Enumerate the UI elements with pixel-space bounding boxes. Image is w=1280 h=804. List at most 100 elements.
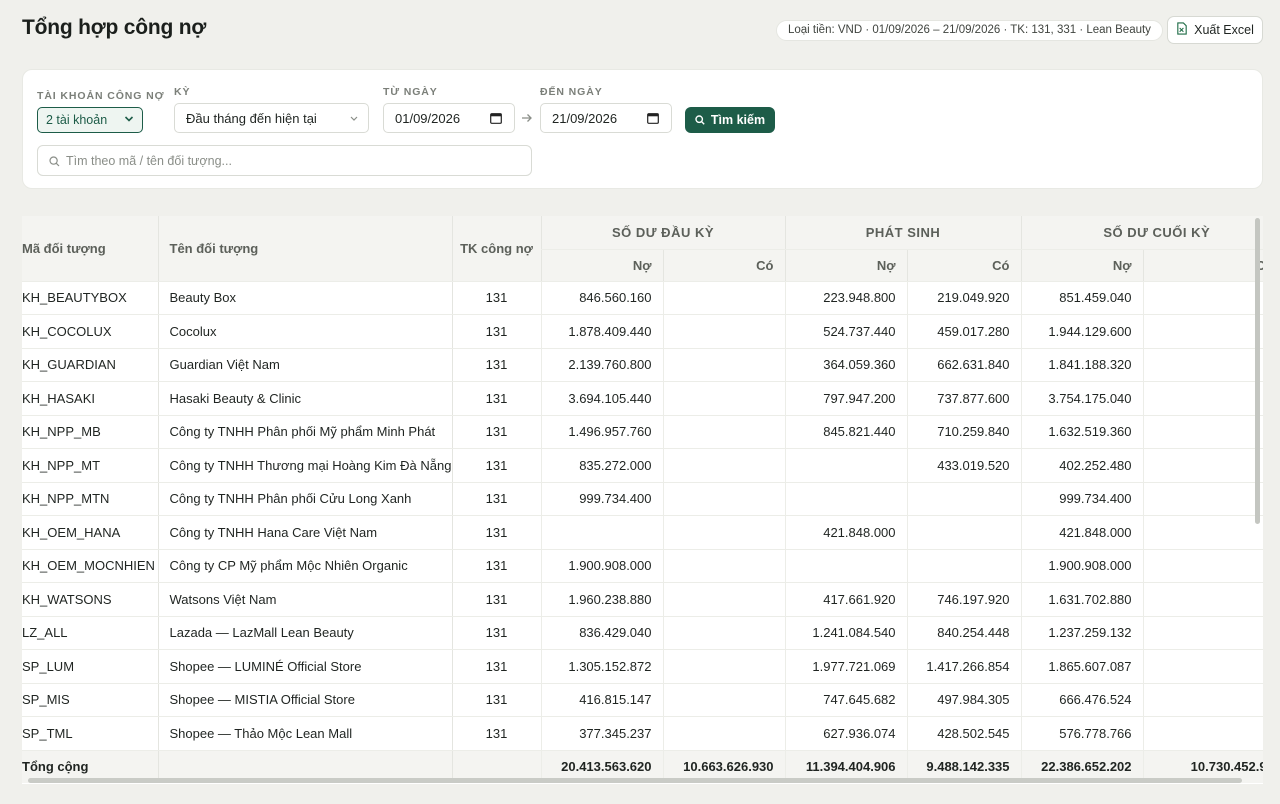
cell-code: KH_COCOLUX: [22, 314, 158, 349]
cell-name: Watsons Việt Nam: [157, 582, 452, 617]
cell-name: Beauty Box: [157, 281, 452, 315]
horizontal-scrollbar[interactable]: [28, 778, 1242, 783]
table-row[interactable]: KH_GUARDIAN Guardian Việt Nam 131 2.139.760…: [22, 348, 1263, 382]
cell-movement-debit: 797.947.200: [784, 381, 908, 416]
cell-movement-debit: 524.737.440: [784, 314, 908, 349]
column-header-code[interactable]: Mã đối tượng: [22, 216, 158, 282]
cell-movement-credit: [906, 482, 1022, 516]
cell-opening-credit: [662, 649, 786, 684]
cell-code: KH_NPP_MTN: [22, 482, 158, 516]
report-meta-badge: Loại tiền: VND · 01/09/2026 – 21/09/2026…: [776, 20, 1163, 41]
column-header-opening-debit[interactable]: Nợ: [540, 249, 663, 282]
column-header-name[interactable]: Tên đối tượng: [157, 216, 452, 282]
cell-closing-credit: [1142, 448, 1263, 483]
cell-code: KH_GUARDIAN: [22, 348, 158, 382]
cell-account: 131: [451, 683, 541, 717]
column-header-movement-credit[interactable]: Có: [906, 249, 1022, 282]
cell-closing-debit: 3.754.175.040: [1020, 381, 1144, 416]
cell-account: 131: [451, 381, 541, 416]
to-date-label: ĐẾN NGÀY: [540, 86, 603, 98]
cell-closing-credit: [1142, 683, 1263, 717]
cell-opening-debit: 846.560.160: [540, 281, 663, 315]
cell-closing-debit: 576.778.766: [1020, 716, 1144, 751]
cell-account: 131: [451, 616, 541, 650]
table-row[interactable]: KH_NPP_MTN Công ty TNHH Phân phối Cửu Lon…: [22, 482, 1263, 516]
table-row[interactable]: LZ_ALL Lazada — LazMall Lean Beauty 131 836…: [22, 616, 1263, 650]
search-icon: [695, 115, 705, 125]
cell-name: Công ty TNHH Phân phối Mỹ phẩm Minh Phát: [157, 415, 452, 449]
cell-opening-debit: 835.272.000: [540, 448, 663, 483]
cell-movement-credit: [906, 515, 1022, 550]
period-select[interactable]: Đầu tháng đến hiện tại: [174, 103, 369, 133]
cell-opening-debit: 1.960.238.880: [540, 582, 663, 617]
vertical-scrollbar[interactable]: [1255, 218, 1260, 524]
table-row[interactable]: SP_MIS Shopee — MISTIA Official Store 131 4…: [22, 683, 1263, 717]
cell-opening-credit: [662, 415, 786, 449]
cell-account: 131: [451, 549, 541, 583]
table-row[interactable]: KH_NPP_MT Công ty TNHH Thương mại Hoàng K…: [22, 448, 1263, 483]
cell-opening-debit: 2.139.760.800: [540, 348, 663, 382]
calendar-icon[interactable]: [647, 112, 659, 124]
cell-code: KH_HASAKI: [22, 381, 158, 416]
cell-closing-debit: 666.476.524: [1020, 683, 1144, 717]
cell-account: 131: [451, 314, 541, 349]
column-group-closing-balance: SỐ DƯ CUỐI KỲ: [1020, 216, 1263, 250]
cell-name: Shopee — Thảo Mộc Lean Mall: [157, 716, 452, 751]
cell-opening-credit: [662, 348, 786, 382]
cell-name: Shopee — MISTIA Official Store: [157, 683, 452, 717]
chevron-down-icon: [350, 116, 358, 121]
from-date-label: TỪ NGÀY: [383, 86, 438, 98]
cell-closing-credit: [1142, 716, 1263, 751]
table-row[interactable]: KH_HASAKI Hasaki Beauty & Clinic 131 3.694.…: [22, 381, 1263, 416]
search-input-placeholder: Tìm theo mã / tên đối tượng...: [66, 153, 232, 168]
column-header-closing-debit[interactable]: Nợ: [1020, 249, 1144, 282]
period-select-value: Đầu tháng đến hiện tại: [186, 110, 317, 126]
cell-movement-debit: 417.661.920: [784, 582, 908, 617]
cell-opening-debit: 836.429.040: [540, 616, 663, 650]
column-group-movement: PHÁT SINH: [784, 216, 1022, 250]
table-row[interactable]: KH_OEM_MOCNHIEN Công ty CP Mỹ phẩm Mộc Nh…: [22, 549, 1263, 583]
column-header-account[interactable]: TK công nợ: [451, 216, 541, 282]
page-title: Tổng hợp công nợ: [22, 16, 207, 39]
account-select[interactable]: 2 tài khoản: [37, 107, 143, 133]
cell-opening-debit: 377.345.237: [540, 716, 663, 751]
excel-file-icon: [1176, 22, 1188, 38]
cell-movement-credit: 459.017.280: [906, 314, 1022, 349]
export-excel-label: Xuất Excel: [1194, 23, 1254, 37]
cell-name: Cocolux: [157, 314, 452, 349]
table-row[interactable]: KH_OEM_HANA Công ty TNHH Hana Care Việt N…: [22, 515, 1263, 550]
cell-opening-debit: [540, 515, 663, 550]
cell-code: KH_NPP_MB: [22, 415, 158, 449]
to-date-value: 21/09/2026: [552, 110, 618, 126]
cell-movement-credit: 433.019.520: [906, 448, 1022, 483]
cell-code: KH_OEM_MOCNHIEN: [22, 549, 158, 583]
from-date-input[interactable]: 01/09/2026: [383, 103, 515, 133]
table-row[interactable]: KH_BEAUTYBOX Beauty Box 131 846.560.160 223.…: [22, 281, 1263, 315]
export-excel-button[interactable]: Xuất Excel: [1167, 16, 1263, 44]
cell-opening-debit: 1.496.957.760: [540, 415, 663, 449]
search-button[interactable]: Tìm kiếm: [685, 107, 775, 133]
cell-movement-debit: 747.645.682: [784, 683, 908, 717]
cell-movement-credit: 219.049.920: [906, 281, 1022, 315]
filter-panel: TÀI KHOẢN CÔNG NỢ 2 tài khoản KỲ Đầu thá…: [22, 69, 1263, 189]
cell-movement-debit: 364.059.360: [784, 348, 908, 382]
table-row[interactable]: KH_WATSONS Watsons Việt Nam 131 1.960.238.8…: [22, 582, 1263, 617]
cell-closing-debit: 421.848.000: [1020, 515, 1144, 550]
cell-closing-debit: 1.900.908.000: [1020, 549, 1144, 583]
cell-movement-credit: 840.254.448: [906, 616, 1022, 650]
cell-closing-credit: [1142, 515, 1263, 550]
column-header-closing-credit[interactable]: Có: [1142, 249, 1263, 282]
table-row[interactable]: SP_TML Shopee — Thảo Mộc Lean Mall 131 377.…: [22, 716, 1263, 751]
cell-closing-credit: [1142, 415, 1263, 449]
table-row[interactable]: SP_LUM Shopee — LUMINÉ Official Store 131 1…: [22, 649, 1263, 684]
to-date-input[interactable]: 21/09/2026: [540, 103, 672, 133]
calendar-icon[interactable]: [490, 112, 502, 124]
search-input[interactable]: Tìm theo mã / tên đối tượng...: [37, 145, 532, 176]
table-body: KH_BEAUTYBOX Beauty Box 131 846.560.160 223.…: [22, 281, 1263, 751]
column-header-movement-debit[interactable]: Nợ: [784, 249, 908, 282]
table-row[interactable]: KH_COCOLUX Cocolux 131 1.878.409.440 524.737…: [22, 314, 1263, 349]
column-header-opening-credit[interactable]: Có: [662, 249, 786, 282]
period-filter-label: KỲ: [174, 86, 191, 98]
cell-opening-debit: 3.694.105.440: [540, 381, 663, 416]
table-row[interactable]: KH_NPP_MB Công ty TNHH Phân phối Mỹ phẩm …: [22, 415, 1263, 449]
